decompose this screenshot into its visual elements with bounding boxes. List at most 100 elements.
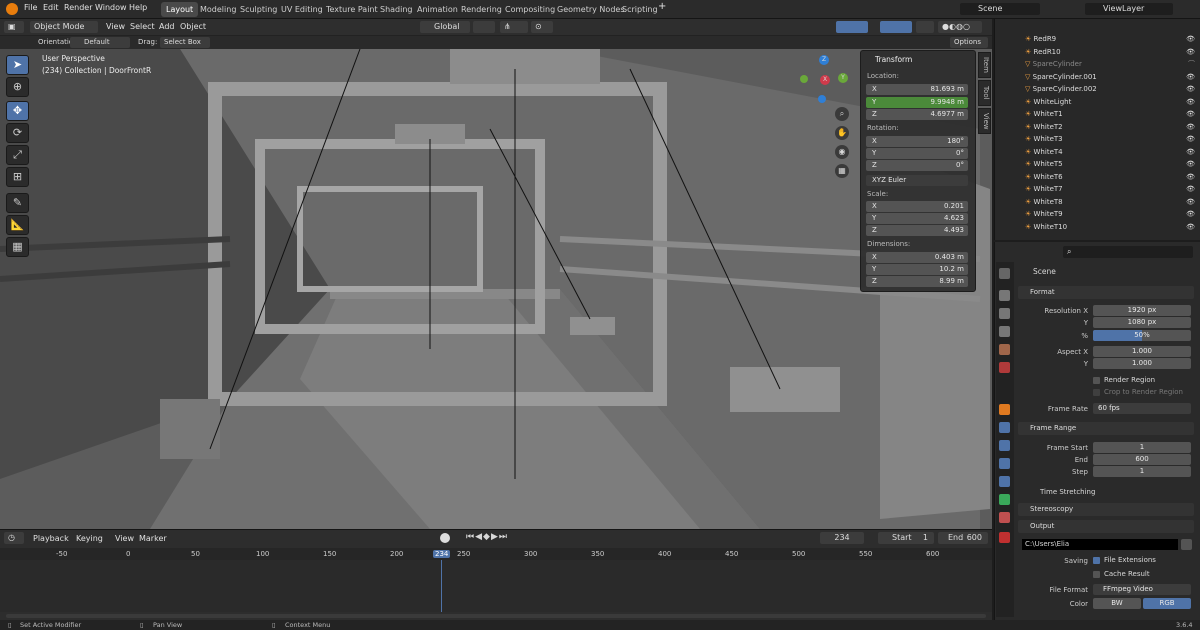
eye-icon[interactable]: 👁: [1186, 221, 1195, 234]
rotation-y-field[interactable]: Y 0°: [866, 148, 968, 159]
scale-x-field[interactable]: X 0.201: [866, 201, 968, 212]
editor-type-button[interactable]: ▣: [4, 21, 24, 33]
menu-object[interactable]: Object: [180, 22, 206, 31]
menu-file[interactable]: File: [24, 3, 37, 12]
aspect-y-field[interactable]: 1.000: [1093, 358, 1191, 369]
options-dropdown[interactable]: Options: [950, 37, 988, 48]
object-tab-icon[interactable]: [999, 404, 1010, 415]
eye-icon[interactable]: 👁: [1186, 158, 1195, 171]
scale-tool-button[interactable]: ⤢: [6, 145, 29, 165]
viewlayer-selector[interactable]: ViewLayer: [1085, 3, 1173, 15]
crop-checkbox[interactable]: [1093, 389, 1100, 396]
eye-icon[interactable]: 👁: [1186, 183, 1195, 196]
color-rgb-button[interactable]: RGB: [1143, 598, 1191, 609]
tab-item[interactable]: Item: [978, 52, 991, 78]
file-format-dropdown[interactable]: FFmpeg Video: [1093, 584, 1191, 595]
x-axis-icon[interactable]: X: [820, 75, 830, 85]
playhead-label[interactable]: 234: [433, 550, 451, 558]
render-tab-icon[interactable]: [999, 290, 1010, 301]
eye-icon[interactable]: 👁: [1186, 71, 1195, 84]
gizmo-toggle[interactable]: [836, 21, 868, 33]
timeline-scrollbar[interactable]: [6, 614, 986, 618]
resolution-x-field[interactable]: 1920 px: [1093, 305, 1191, 316]
menu-edit[interactable]: Edit: [43, 3, 59, 12]
dimensions-x-field[interactable]: X 0.403 m: [866, 252, 968, 263]
scale-y-field[interactable]: Y 4.623: [866, 213, 968, 224]
transform-orientation-dropdown[interactable]: Global: [420, 21, 470, 33]
file-extensions-checkbox[interactable]: [1093, 557, 1100, 564]
rotation-x-field[interactable]: X 180°: [866, 136, 968, 147]
texture-tab-icon[interactable]: [999, 532, 1010, 543]
location-z-field[interactable]: Z 4.6977 m: [866, 109, 968, 120]
folder-icon[interactable]: [1181, 539, 1192, 550]
eye-icon[interactable]: 👁: [1186, 33, 1195, 46]
particles-tab-icon[interactable]: [999, 440, 1010, 451]
data-tab-icon[interactable]: [999, 494, 1010, 505]
constraints-tab-icon[interactable]: [999, 476, 1010, 487]
tab-uv-editing[interactable]: UV Editing: [276, 2, 328, 17]
location-y-field[interactable]: Y 9.9948 m: [866, 97, 968, 108]
output-tab-icon[interactable]: [999, 308, 1010, 319]
3d-viewport[interactable]: User Perspective (234) Collection | Door…: [0, 49, 992, 529]
record-icon[interactable]: [440, 533, 450, 543]
frame-ruler[interactable]: [0, 548, 992, 560]
eye-icon[interactable]: 👁: [1186, 96, 1195, 109]
zoom-icon[interactable]: ⌕: [835, 107, 849, 121]
world-tab-icon[interactable]: [999, 362, 1010, 373]
eye-icon[interactable]: 👁: [1186, 46, 1195, 59]
outliner-item[interactable]: ▽ SpareCylinder.001 👁: [995, 71, 1200, 84]
outliner-item[interactable]: ▽ SpareCylinder.002 👁: [995, 83, 1200, 96]
cursor-tool-button[interactable]: ⊕: [6, 77, 29, 97]
eye-icon[interactable]: 👁: [1186, 208, 1195, 221]
rotation-z-field[interactable]: Z 0°: [866, 160, 968, 171]
eye-closed-icon[interactable]: ⌒: [1188, 58, 1195, 71]
output-section-header[interactable]: Output: [1018, 520, 1194, 533]
outliner-item[interactable]: ☀ WhiteT5 👁: [995, 158, 1200, 171]
start-frame-field[interactable]: Start 1: [878, 532, 934, 544]
eye-icon[interactable]: 👁: [1186, 146, 1195, 159]
resolution-y-field[interactable]: 1080 px: [1093, 317, 1191, 328]
add-cube-tool-button[interactable]: ▦: [6, 237, 29, 257]
camera-icon[interactable]: ◉: [835, 145, 849, 159]
rotate-tool-button[interactable]: ⟳: [6, 123, 29, 143]
eye-icon[interactable]: 👁: [1186, 196, 1195, 209]
frame-step-field[interactable]: 1: [1093, 466, 1191, 477]
pan-hand-icon[interactable]: ✋: [835, 126, 849, 140]
add-workspace-button[interactable]: +: [658, 1, 666, 12]
view-layer-tab-icon[interactable]: [999, 326, 1010, 337]
neg-y-axis-icon[interactable]: [800, 75, 808, 83]
material-tab-icon[interactable]: [999, 512, 1010, 523]
location-x-field[interactable]: X 81.693 m: [866, 84, 968, 95]
tab-scripting[interactable]: Scripting: [617, 2, 663, 17]
time-stretching-subpanel[interactable]: Time Stretching: [1040, 488, 1095, 496]
frame-rate-dropdown[interactable]: 60 fps: [1093, 403, 1191, 414]
menu-marker[interactable]: Marker: [139, 534, 167, 543]
dimensions-y-field[interactable]: Y 10.2 m: [866, 264, 968, 275]
pivot-point-dropdown[interactable]: [473, 21, 495, 33]
drag-dropdown[interactable]: Select Box: [160, 37, 210, 48]
overlay-toggle[interactable]: [880, 21, 912, 33]
eye-icon[interactable]: 👁: [1186, 121, 1195, 134]
frame-range-section-header[interactable]: Frame Range: [1018, 422, 1194, 435]
aspect-x-field[interactable]: 1.000: [1093, 346, 1191, 357]
shading-mode-buttons[interactable]: ●◐◍○: [938, 21, 982, 33]
measure-tool-button[interactable]: 📐: [6, 215, 29, 235]
dimensions-z-field[interactable]: Z 8.99 m: [866, 276, 968, 287]
rotation-mode-dropdown[interactable]: XYZ Euler: [866, 175, 968, 186]
tool-tab-icon[interactable]: [999, 268, 1010, 279]
physics-tab-icon[interactable]: [999, 458, 1010, 469]
outliner-item[interactable]: ☀ RedR10 👁: [995, 46, 1200, 59]
modifier-tab-icon[interactable]: [999, 422, 1010, 433]
scene-tab-icon[interactable]: [999, 344, 1010, 355]
eye-icon[interactable]: 👁: [1186, 133, 1195, 146]
outliner-item[interactable]: ☀ WhiteT1 👁: [995, 108, 1200, 121]
tab-layout[interactable]: Layout: [161, 2, 199, 17]
menu-keying[interactable]: Keying: [76, 534, 103, 543]
frame-end-field[interactable]: 600: [1093, 454, 1191, 465]
outliner-item[interactable]: ☀ WhiteLight 👁: [995, 96, 1200, 109]
mode-dropdown[interactable]: Object Mode: [30, 21, 98, 33]
orientation-dropdown[interactable]: Default: [70, 37, 130, 48]
outliner-item[interactable]: ▽ SpareCylinder ⌒: [995, 58, 1200, 71]
scene-selector[interactable]: Scene: [960, 3, 1040, 15]
tab-tool[interactable]: Tool: [978, 80, 991, 106]
